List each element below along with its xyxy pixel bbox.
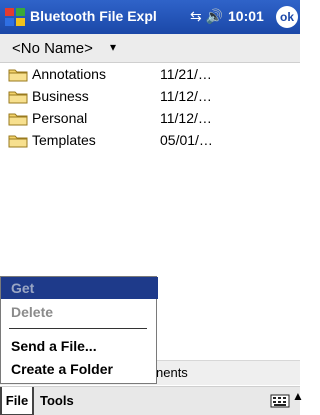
file-menu-button[interactable]: File <box>0 387 34 415</box>
windows-logo-icon[interactable] <box>4 6 26 28</box>
file-date: 11/12/… <box>160 110 212 126</box>
menu-bar: File Tools ▲ <box>0 386 304 415</box>
file-context-menu: Get Delete Send a File... Create a Folde… <box>0 276 158 384</box>
menu-separator <box>9 328 147 329</box>
file-date: 05/01/… <box>160 132 213 148</box>
chevron-down-icon: ▾ <box>110 40 117 54</box>
folder-icon <box>8 69 28 82</box>
menu-item-create-a-folder[interactable]: Create a Folder <box>1 358 158 380</box>
tools-menu-button[interactable]: Tools <box>40 387 74 415</box>
window-title: Bluetooth File Expl <box>30 8 157 24</box>
ok-button[interactable]: ok <box>276 6 298 28</box>
location-label: <No Name> <box>12 40 93 57</box>
folder-icon <box>8 135 28 148</box>
file-name: Annotations <box>32 66 106 82</box>
location-dropdown[interactable]: <No Name> ▾ <box>0 34 300 63</box>
file-name: Templates <box>32 132 96 148</box>
status-icons[interactable]: ⇆ 🔊 <box>190 8 223 25</box>
clock[interactable]: 10:01 <box>228 8 264 24</box>
menu-item-get[interactable]: Get <box>1 277 158 299</box>
list-item[interactable]: Templates 05/01/… <box>0 130 300 152</box>
list-item[interactable]: Annotations 11/21/… <box>0 64 300 86</box>
keyboard-icon[interactable] <box>270 393 290 409</box>
keyboard-arrow-up-icon[interactable]: ▲ <box>292 389 304 403</box>
folder-icon <box>8 113 28 126</box>
file-name: Business <box>32 88 89 104</box>
tab-label[interactable]: nents <box>156 365 188 380</box>
file-date: 11/12/… <box>160 88 212 104</box>
file-date: 11/21/… <box>160 66 212 82</box>
menu-item-delete[interactable]: Delete <box>1 301 158 323</box>
file-list: Annotations 11/21/… Business 11/12/… Per… <box>0 64 300 152</box>
speaker-icon[interactable]: 🔊 <box>206 8 223 24</box>
title-bar: Bluetooth File Expl ⇆ 🔊 10:01 ok <box>0 0 300 34</box>
connectivity-icon[interactable]: ⇆ <box>190 8 202 24</box>
list-item[interactable]: Business 11/12/… <box>0 86 300 108</box>
menu-item-send-a-file[interactable]: Send a File... <box>1 335 158 357</box>
file-name: Personal <box>32 110 88 126</box>
folder-icon <box>8 91 28 104</box>
list-item[interactable]: Personal 11/12/… <box>0 108 300 130</box>
